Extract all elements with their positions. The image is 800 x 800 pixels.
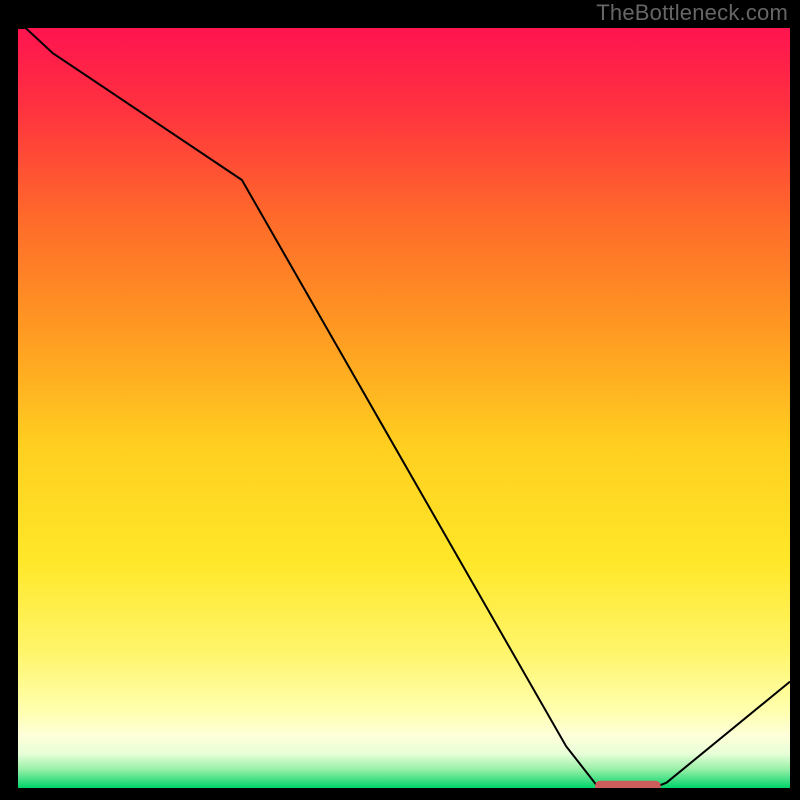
gradient-background <box>18 28 790 788</box>
chart-plot-area <box>18 28 790 788</box>
bottleneck-curve-chart <box>18 28 790 788</box>
optimum-indicator-bar <box>595 781 661 788</box>
watermark-text: TheBottleneck.com <box>596 0 788 26</box>
